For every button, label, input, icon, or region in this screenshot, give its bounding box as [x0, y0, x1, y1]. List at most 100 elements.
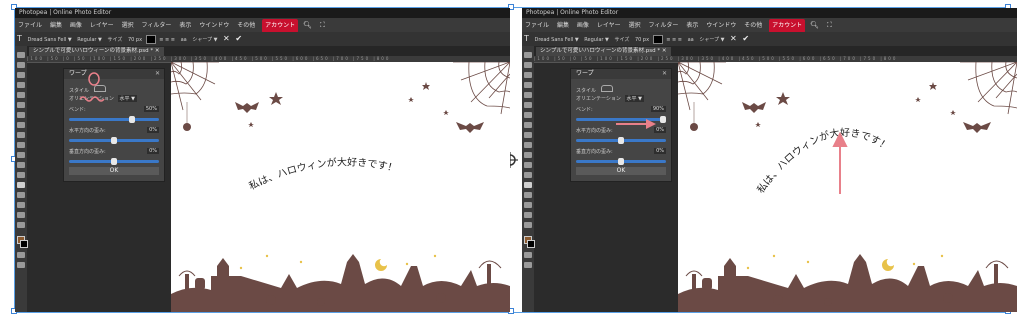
brush-tool-icon[interactable]	[524, 122, 532, 128]
cancel-icon[interactable]: ✕	[221, 34, 232, 43]
bend-slider[interactable]	[69, 116, 159, 123]
search-icon[interactable]: 🔍︎	[300, 18, 315, 32]
wand-tool-icon[interactable]	[524, 82, 532, 88]
menu-view[interactable]: 表示	[683, 19, 701, 33]
menu-select[interactable]: 選択	[119, 19, 137, 33]
stamp-tool-icon[interactable]	[524, 132, 532, 138]
menu-image[interactable]: 画像	[67, 19, 85, 33]
background-color-icon[interactable]	[527, 240, 535, 248]
eraser-tool-icon[interactable]	[524, 142, 532, 148]
align-icons[interactable]: ≡ ≡ ≡	[157, 37, 177, 43]
v-distort-value[interactable]: 0%	[147, 148, 159, 154]
eyedropper-tool-icon[interactable]	[17, 102, 25, 108]
menu-select[interactable]: 選択	[626, 19, 644, 33]
cancel-icon[interactable]: ✕	[728, 34, 739, 43]
v-distort-slider[interactable]	[69, 158, 159, 165]
eyedropper-tool-icon[interactable]	[524, 102, 532, 108]
crop-tool-icon[interactable]	[524, 92, 532, 98]
close-icon[interactable]: ✕	[662, 69, 667, 79]
menu-edit[interactable]: 編集	[47, 19, 65, 33]
menu-view[interactable]: 表示	[176, 19, 194, 33]
path-tool-icon[interactable]	[17, 192, 25, 198]
tab-document[interactable]: シンプルで可愛いハロウィーンの背景素材.psd * ✕	[29, 47, 164, 56]
zoom-tool-icon[interactable]	[17, 222, 25, 228]
menu-layer[interactable]: レイヤー	[594, 19, 624, 33]
style-select[interactable]: Regular ▼	[75, 37, 104, 43]
text-tool-icon[interactable]: T	[15, 34, 24, 43]
quick-mask-icon[interactable]	[524, 252, 532, 258]
orientation-select[interactable]: 水平 ▼	[117, 95, 137, 102]
color-swatch[interactable]	[652, 35, 663, 44]
document-canvas[interactable]: 私は、ハロウィンが大好きです！	[678, 62, 1017, 312]
type-tool-icon[interactable]	[17, 182, 25, 188]
brush-tool-icon[interactable]	[17, 122, 25, 128]
wand-tool-icon[interactable]	[17, 82, 25, 88]
color-swatch[interactable]	[145, 35, 156, 44]
menu-edit[interactable]: 編集	[554, 19, 572, 33]
align-icons[interactable]: ≡ ≡ ≡	[664, 37, 684, 43]
h-distort-slider-handle[interactable]	[618, 137, 624, 144]
close-tab-icon[interactable]: ✕	[662, 48, 667, 54]
menu-file[interactable]: ファイル	[15, 19, 45, 33]
shape-tool-icon[interactable]	[17, 202, 25, 208]
pen-tool-icon[interactable]	[17, 172, 25, 178]
search-icon[interactable]: 🔍︎	[807, 18, 822, 32]
lasso-tool-icon[interactable]	[17, 72, 25, 78]
crop-tool-icon[interactable]	[17, 92, 25, 98]
close-icon[interactable]: ✕	[155, 69, 160, 79]
menu-filter[interactable]: フィルター	[139, 19, 175, 33]
heal-tool-icon[interactable]	[524, 112, 532, 118]
account-button[interactable]: アカウント	[262, 19, 299, 33]
move-tool-icon[interactable]	[524, 52, 532, 58]
hand-tool-icon[interactable]	[524, 212, 532, 218]
marquee-tool-icon[interactable]	[17, 62, 25, 68]
size-input[interactable]: 70 px	[126, 37, 144, 43]
menu-filter[interactable]: フィルター	[646, 19, 682, 33]
zoom-tool-icon[interactable]	[524, 222, 532, 228]
aa-select[interactable]: シャープ ▼	[697, 37, 726, 43]
v-distort-slider-handle[interactable]	[111, 158, 117, 165]
type-tool-icon[interactable]	[524, 182, 532, 188]
bend-value[interactable]: 90%	[650, 106, 666, 112]
commit-icon[interactable]: ✔	[233, 34, 244, 43]
menu-window[interactable]: ウインドウ	[196, 19, 232, 33]
quick-mask-icon[interactable]	[17, 252, 25, 258]
account-button[interactable]: アカウント	[769, 19, 806, 33]
ok-button[interactable]: OK	[576, 167, 666, 175]
screen-mode-icon[interactable]	[17, 262, 25, 268]
close-tab-icon[interactable]: ✕	[155, 48, 160, 54]
text-tool-icon[interactable]: T	[522, 34, 531, 43]
style-select[interactable]: Regular ▼	[582, 37, 611, 43]
menu-window[interactable]: ウインドウ	[703, 19, 739, 33]
v-distort-slider-handle[interactable]	[618, 158, 624, 165]
path-tool-icon[interactable]	[524, 192, 532, 198]
v-distort-value[interactable]: 0%	[654, 148, 666, 154]
bend-slider-handle[interactable]	[129, 116, 135, 123]
h-distort-value[interactable]: 0%	[147, 127, 159, 133]
fullscreen-icon[interactable]: ⛶	[317, 18, 328, 32]
h-distort-slider[interactable]	[69, 137, 159, 144]
screen-mode-icon[interactable]	[524, 262, 532, 268]
orientation-select[interactable]: 水平 ▼	[624, 95, 644, 102]
move-tool-icon[interactable]	[17, 52, 25, 58]
menu-image[interactable]: 画像	[574, 19, 592, 33]
blur-tool-icon[interactable]	[524, 162, 532, 168]
bend-slider-handle[interactable]	[660, 116, 666, 123]
fullscreen-icon[interactable]: ⛶	[824, 18, 835, 32]
font-select[interactable]: Dread Sans Fell ▼	[532, 37, 580, 43]
stamp-tool-icon[interactable]	[17, 132, 25, 138]
gradient-tool-icon[interactable]	[524, 152, 532, 158]
shape-tool-icon[interactable]	[524, 202, 532, 208]
font-select[interactable]: Dread Sans Fell ▼	[25, 37, 73, 43]
pen-tool-icon[interactable]	[524, 172, 532, 178]
h-distort-slider-handle[interactable]	[111, 137, 117, 144]
size-input[interactable]: 70 px	[633, 37, 651, 43]
h-distort-slider[interactable]	[576, 137, 666, 144]
marquee-tool-icon[interactable]	[524, 62, 532, 68]
document-canvas[interactable]: 私は、ハロウィンが大好きです！	[171, 62, 510, 312]
menu-more[interactable]: その他	[741, 19, 765, 33]
heal-tool-icon[interactable]	[17, 112, 25, 118]
ok-button[interactable]: OK	[69, 167, 159, 175]
tab-document[interactable]: シンプルで可愛いハロウィーンの背景素材.psd * ✕	[536, 47, 671, 56]
gradient-tool-icon[interactable]	[17, 152, 25, 158]
